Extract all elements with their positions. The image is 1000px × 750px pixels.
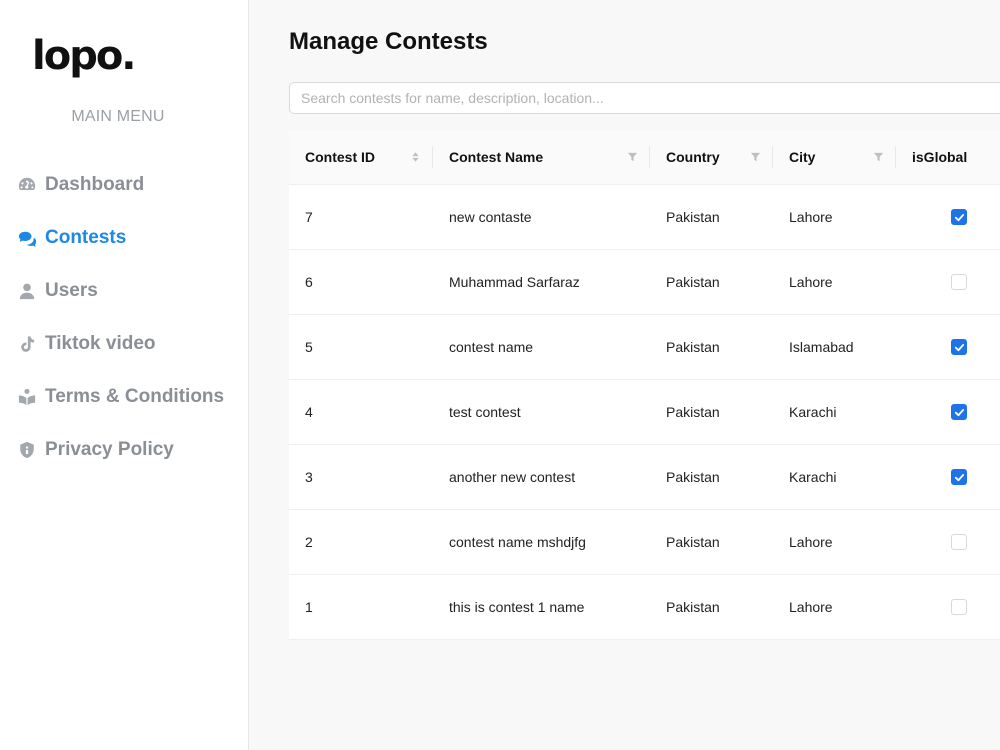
cell-isglobal bbox=[896, 445, 1000, 509]
book-reader-icon bbox=[17, 387, 37, 407]
checkmark-icon bbox=[954, 473, 964, 481]
cell-contest-name: Muhammad Sarfaraz bbox=[449, 274, 580, 290]
main-content: Manage Contests Contest ID Contest Name … bbox=[249, 0, 1000, 750]
sidebar-item-dashboard[interactable]: Dashboard bbox=[0, 158, 248, 211]
sidebar-item-privacy-policy[interactable]: Privacy Policy bbox=[0, 423, 248, 476]
sidebar-item-label: Users bbox=[45, 279, 98, 301]
column-header-label: Contest Name bbox=[449, 149, 544, 165]
sidebar-item-label: Terms & Conditions bbox=[45, 385, 225, 407]
sidebar-item-label: Tiktok video bbox=[45, 332, 156, 354]
table-header: Contest ID Contest Name Country City isG… bbox=[289, 130, 1000, 185]
cell-isglobal bbox=[896, 315, 1000, 379]
cell-isglobal bbox=[896, 250, 1000, 314]
isglobal-checkbox[interactable] bbox=[951, 599, 967, 615]
cell-country: Pakistan bbox=[666, 339, 720, 355]
column-header-contest-name[interactable]: Contest Name bbox=[433, 130, 650, 184]
comments-icon bbox=[17, 228, 37, 248]
cell-isglobal bbox=[896, 575, 1000, 639]
table-row[interactable]: 2 contest name mshdjfg Pakistan Lahore bbox=[289, 510, 1000, 575]
table-row[interactable]: 3 another new contest Pakistan Karachi bbox=[289, 445, 1000, 510]
table-row[interactable]: 1 this is contest 1 name Pakistan Lahore bbox=[289, 575, 1000, 640]
column-header-label: Contest ID bbox=[305, 149, 375, 165]
filter-icon[interactable] bbox=[627, 152, 638, 163]
cell-city: Islamabad bbox=[789, 339, 854, 355]
sidebar-item-label: Contests bbox=[45, 226, 127, 248]
sidebar-item-users[interactable]: Users bbox=[0, 264, 248, 317]
checkmark-icon bbox=[954, 213, 964, 221]
tiktok-icon bbox=[17, 334, 37, 354]
cell-contest-name: test contest bbox=[449, 404, 521, 420]
shield-icon bbox=[17, 440, 37, 460]
cell-contest-id: 6 bbox=[305, 274, 313, 290]
cell-city: Karachi bbox=[789, 404, 837, 420]
filter-icon[interactable] bbox=[873, 152, 884, 163]
cell-country: Pakistan bbox=[666, 469, 720, 485]
cell-contest-name: another new contest bbox=[449, 469, 576, 485]
isglobal-checkbox[interactable] bbox=[951, 534, 967, 550]
cell-city: Karachi bbox=[789, 469, 837, 485]
cell-city: Lahore bbox=[789, 599, 833, 615]
main-menu-heading: MAIN MENU bbox=[71, 108, 165, 125]
checkmark-icon bbox=[954, 408, 964, 416]
sidebar: lopo. MAIN MENU Dashboard Contests Users… bbox=[0, 0, 249, 750]
column-header-contest-id[interactable]: Contest ID bbox=[289, 130, 433, 184]
contests-table: Contest ID Contest Name Country City isG… bbox=[289, 130, 1000, 640]
cell-isglobal bbox=[896, 380, 1000, 444]
column-header-isglobal[interactable]: isGlobal bbox=[896, 130, 1000, 184]
cell-contest-name: contest name mshdjfg bbox=[449, 534, 586, 550]
cell-contest-id: 7 bbox=[305, 209, 313, 225]
column-header-label: isGlobal bbox=[912, 149, 968, 165]
column-header-label: City bbox=[789, 149, 816, 165]
sidebar-item-terms-conditions[interactable]: Terms & Conditions bbox=[0, 370, 248, 423]
cell-city: Lahore bbox=[789, 534, 833, 550]
sidebar-item-label: Privacy Policy bbox=[45, 438, 174, 460]
cell-contest-name: new contaste bbox=[449, 209, 532, 225]
checkmark-icon bbox=[954, 343, 964, 351]
dashboard-icon bbox=[17, 175, 37, 195]
sidebar-item-contests[interactable]: Contests bbox=[0, 211, 248, 264]
column-header-label: Country bbox=[666, 149, 720, 165]
cell-country: Pakistan bbox=[666, 274, 720, 290]
cell-contest-id: 1 bbox=[305, 599, 313, 615]
cell-city: Lahore bbox=[789, 274, 833, 290]
cell-country: Pakistan bbox=[666, 209, 720, 225]
cell-contest-name: this is contest 1 name bbox=[449, 599, 585, 615]
cell-contest-name: contest name bbox=[449, 339, 534, 355]
table-row[interactable]: 5 contest name Pakistan Islamabad bbox=[289, 315, 1000, 380]
sidebar-nav: Dashboard Contests Users Tiktok video Te… bbox=[0, 158, 248, 476]
cell-city: Lahore bbox=[789, 209, 833, 225]
cell-contest-id: 3 bbox=[305, 469, 313, 485]
cell-country: Pakistan bbox=[666, 534, 720, 550]
sidebar-item-tiktok-video[interactable]: Tiktok video bbox=[0, 317, 248, 370]
search-input[interactable] bbox=[289, 82, 1000, 114]
isglobal-checkbox[interactable] bbox=[951, 274, 967, 290]
sidebar-item-label: Dashboard bbox=[45, 173, 145, 195]
filter-icon[interactable] bbox=[750, 152, 761, 163]
column-header-country[interactable]: Country bbox=[650, 130, 773, 184]
cell-isglobal bbox=[896, 185, 1000, 249]
column-header-city[interactable]: City bbox=[773, 130, 896, 184]
cell-contest-id: 5 bbox=[305, 339, 313, 355]
user-icon bbox=[17, 281, 37, 301]
cell-contest-id: 4 bbox=[305, 404, 313, 420]
cell-country: Pakistan bbox=[666, 404, 720, 420]
table-row[interactable]: 7 new contaste Pakistan Lahore bbox=[289, 185, 1000, 250]
cell-isglobal bbox=[896, 510, 1000, 574]
table-row[interactable]: 6 Muhammad Sarfaraz Pakistan Lahore bbox=[289, 250, 1000, 315]
isglobal-checkbox[interactable] bbox=[951, 404, 967, 420]
isglobal-checkbox[interactable] bbox=[951, 209, 967, 225]
page-title: Manage Contests bbox=[289, 28, 488, 55]
cell-contest-id: 2 bbox=[305, 534, 313, 550]
cell-country: Pakistan bbox=[666, 599, 720, 615]
sort-icon[interactable] bbox=[410, 152, 421, 163]
isglobal-checkbox[interactable] bbox=[951, 339, 967, 355]
brand-logo[interactable]: lopo. bbox=[32, 34, 136, 78]
isglobal-checkbox[interactable] bbox=[951, 469, 967, 485]
table-row[interactable]: 4 test contest Pakistan Karachi bbox=[289, 380, 1000, 445]
